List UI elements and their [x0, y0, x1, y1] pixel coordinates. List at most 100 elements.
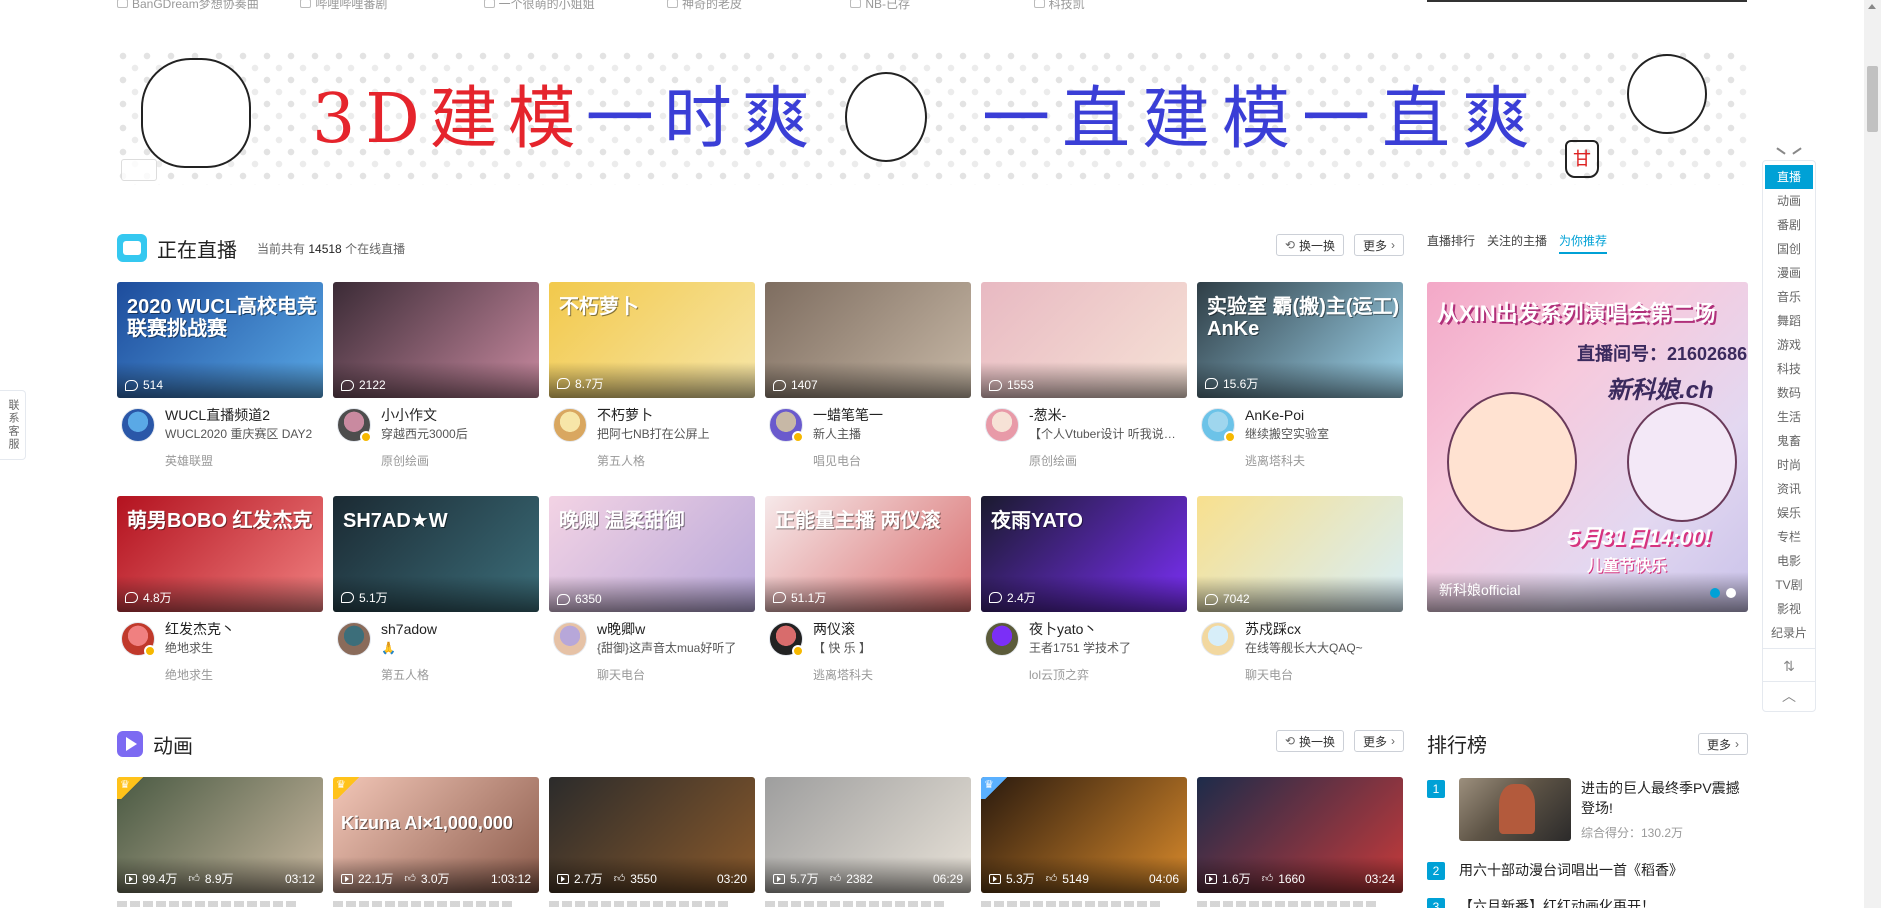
live-area[interactable]: 逃离塔科夫: [1245, 452, 1305, 469]
video-card[interactable]: 5.7万 👍︎ 2382 06:29: [765, 777, 971, 907]
room-title[interactable]: 王者1751 学技术了: [1029, 638, 1187, 658]
live-cover[interactable]: 不朽萝卜 8.7万: [549, 282, 755, 398]
rank-item-title[interactable]: 进击的巨人最终季PV震撼登场!: [1581, 778, 1748, 818]
side-nav-item[interactable]: 鬼畜: [1763, 429, 1815, 453]
room-title[interactable]: 【 快 乐 】: [813, 638, 971, 658]
video-cover[interactable]: 2.7万 👍︎ 3550 03:20: [549, 777, 755, 893]
rank-item[interactable]: 1 进击的巨人最终季PV震撼登场! 综合得分：130.2万: [1427, 778, 1748, 848]
room-title[interactable]: 把阿七NB打在公屏上: [597, 424, 755, 444]
live-cover[interactable]: 1407: [765, 282, 971, 398]
recommended-live-banner[interactable]: 从XIN出发系列演唱会第二场 直播间号：21602686 新科娘.ch 5月31…: [1427, 282, 1748, 612]
rank-more-button[interactable]: 更多 ›: [1697, 733, 1748, 755]
room-title[interactable]: 绝地求生: [165, 638, 323, 658]
rank-thumbnail[interactable]: [1459, 778, 1571, 841]
live-card[interactable]: 夜雨YATO 2.4万 夜卜yato丶 王者1751 学技术了 lol云顶之弈: [981, 496, 1187, 696]
video-title-cropped[interactable]: [333, 901, 513, 907]
live-area[interactable]: 逃离塔科夫: [813, 666, 873, 683]
side-nav-item[interactable]: 娱乐: [1763, 501, 1815, 525]
live-cover[interactable]: 萌男BOBO 红发杰克 4.8万: [117, 496, 323, 612]
carousel-dot[interactable]: [1710, 588, 1720, 598]
rank-item-title[interactable]: 用六十部动漫台词唱出一首《稻香》: [1459, 860, 1683, 880]
live-rank-tab[interactable]: 关注的主播: [1487, 232, 1547, 254]
avatar[interactable]: [121, 408, 155, 442]
side-nav-item[interactable]: 影视: [1763, 597, 1815, 621]
room-title[interactable]: 继续搬空实验室: [1245, 424, 1403, 444]
side-nav-item[interactable]: 直播: [1765, 165, 1813, 189]
video-title-cropped[interactable]: [1197, 901, 1377, 907]
live-cover[interactable]: 晚卿 温柔甜御 6350: [549, 496, 755, 612]
live-card[interactable]: SH7AD★W 5.1万 sh7adow 🙏 第五人格: [333, 496, 539, 696]
streamer-name[interactable]: 红发杰克丶: [165, 620, 323, 638]
live-cover[interactable]: 7042: [1197, 496, 1403, 612]
video-cover[interactable]: ♛ 99.4万 👍︎ 8.9万 03:12: [117, 777, 323, 893]
live-cover[interactable]: SH7AD★W 5.1万: [333, 496, 539, 612]
live-refresh-button[interactable]: ⟲ 换一换: [1275, 234, 1344, 256]
side-nav-item[interactable]: 纪录片: [1763, 621, 1815, 645]
avatar[interactable]: [121, 622, 156, 657]
avatar[interactable]: [337, 622, 371, 656]
side-nav-item[interactable]: TV剧: [1763, 573, 1815, 597]
side-nav-item[interactable]: 时尚: [1763, 453, 1815, 477]
scroll-thumb[interactable]: [1867, 66, 1878, 132]
video-card[interactable]: ♛ 99.4万 👍︎ 8.9万 03:12: [117, 777, 323, 907]
side-nav-item[interactable]: 国创: [1763, 237, 1815, 261]
live-cover[interactable]: 2122: [333, 282, 539, 398]
live-card[interactable]: 不朽萝卜 8.7万 不朽萝卜 把阿七NB打在公屏上 第五人格: [549, 282, 755, 482]
rank-item[interactable]: 2 用六十部动漫台词唱出一首《稻香》: [1427, 860, 1748, 884]
live-area[interactable]: 绝地求生: [165, 666, 213, 683]
live-cover[interactable]: 夜雨YATO 2.4万: [981, 496, 1187, 612]
room-title[interactable]: 新人主播: [813, 424, 971, 444]
video-cover[interactable]: Kizuna AI×1,000,000 ♛ 22.1万 👍︎ 3.0万 1:03:12: [333, 777, 539, 893]
video-card[interactable]: 2.7万 👍︎ 3550 03:20: [549, 777, 755, 907]
live-card[interactable]: 正能量主播 两仪滚 51.1万 两仪滚【 快 乐 】逃离塔科夫: [765, 496, 971, 696]
live-more-button[interactable]: 更多 ›: [1353, 234, 1404, 256]
avatar[interactable]: [1201, 408, 1236, 443]
live-card[interactable]: 2122 小小作文 穿越西元3000后 原创绘画: [333, 282, 539, 482]
room-title[interactable]: 【个人Vtuber设计 听我说说】葱米の…: [1029, 424, 1187, 444]
side-nav-item[interactable]: 专栏: [1763, 525, 1815, 549]
video-title-cropped[interactable]: [549, 901, 729, 907]
streamer-name[interactable]: sh7adow: [381, 620, 539, 638]
anime-more-button[interactable]: 更多 ›: [1353, 730, 1404, 752]
side-nav-item[interactable]: 舞蹈: [1763, 309, 1815, 333]
side-nav-item[interactable]: 音乐: [1763, 285, 1815, 309]
live-card[interactable]: 7042 苏戍踩cx 在线等舰长大大QAQ~ 聊天电台: [1197, 496, 1403, 696]
live-area[interactable]: 聊天电台: [597, 666, 645, 683]
live-card[interactable]: 晚卿 温柔甜御 6350 w晚卿w {甜御}这声音太mua好听了 聊天电台: [549, 496, 755, 696]
anime-refresh-button[interactable]: ⟲ 换一换: [1275, 730, 1344, 752]
live-area[interactable]: 原创绘画: [1029, 452, 1077, 469]
live-cover[interactable]: 2020 WUCL高校电竞 联赛挑战赛 514: [117, 282, 323, 398]
side-nav-item[interactable]: 电影: [1763, 549, 1815, 573]
streamer-name[interactable]: 一蜡笔笔一: [813, 406, 971, 424]
video-title-cropped[interactable]: [765, 901, 945, 907]
avatar[interactable]: [553, 408, 587, 442]
room-title[interactable]: WUCL2020 重庆赛区 DAY2: [165, 424, 323, 444]
streamer-name[interactable]: 夜卜yato丶: [1029, 620, 1187, 638]
live-cover[interactable]: 实验室 霸(搬)主(运工) AnKe 15.6万: [1197, 282, 1403, 398]
live-card[interactable]: 2020 WUCL高校电竞 联赛挑战赛 514 WUCL直播频道2 WUCL2020 …: [117, 282, 323, 482]
back-to-top-icon[interactable]: ︿: [1763, 683, 1815, 709]
live-cover[interactable]: 1553: [981, 282, 1187, 398]
top-row-item[interactable]: 科技凯: [1033, 0, 1217, 11]
video-cover[interactable]: ♛ 5.3万 👍︎ 5149 04:06: [981, 777, 1187, 893]
room-title[interactable]: {甜御}这声音太mua好听了: [597, 638, 755, 658]
contact-support-tab[interactable]: 联系客服: [0, 390, 26, 460]
live-area[interactable]: 第五人格: [381, 666, 429, 683]
rank-item-title[interactable]: 【六月新番】红红动画化再开！: [1459, 896, 1655, 908]
avatar[interactable]: [1201, 622, 1235, 656]
live-card[interactable]: 实验室 霸(搬)主(运工) AnKe 15.6万 AnKe-Poi 继续搬空实验室 逃离…: [1197, 282, 1403, 482]
streamer-name[interactable]: 两仪滚: [813, 620, 971, 638]
room-title[interactable]: 在线等舰长大大QAQ~: [1245, 638, 1403, 658]
side-nav-item[interactable]: 数码: [1763, 381, 1815, 405]
avatar[interactable]: [985, 622, 1019, 656]
live-card[interactable]: 萌男BOBO 红发杰克 4.8万 红发杰克丶 绝地求生 绝地求生: [117, 496, 323, 696]
video-cover[interactable]: 5.7万 👍︎ 2382 06:29: [765, 777, 971, 893]
streamer-name[interactable]: 不朽萝卜: [597, 406, 755, 424]
top-row-item[interactable]: 神奇的老皮: [666, 0, 850, 11]
rank-item[interactable]: 3 【六月新番】红红动画化再开！: [1427, 896, 1748, 908]
avatar[interactable]: [553, 622, 587, 656]
side-nav-item[interactable]: 科技: [1763, 357, 1815, 381]
video-title-cropped[interactable]: [981, 901, 1161, 907]
video-title-cropped[interactable]: [117, 901, 297, 907]
top-row-item[interactable]: 一个很萌的小姐姐: [483, 0, 667, 11]
